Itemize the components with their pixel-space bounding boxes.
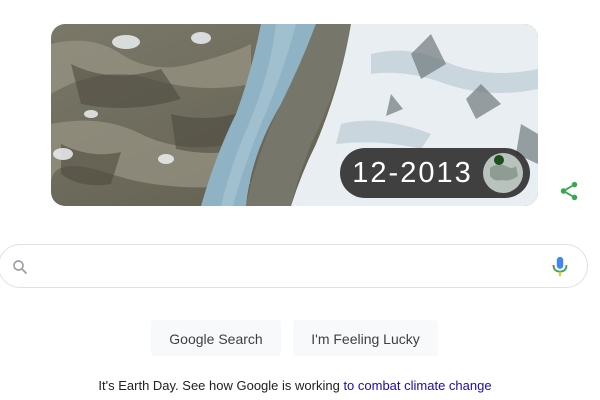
search-box[interactable] <box>0 244 588 288</box>
climate-change-link[interactable]: to combat climate change <box>343 378 491 393</box>
google-search-button[interactable]: Google Search <box>151 320 281 356</box>
doodle-date: 12-2013 <box>352 157 473 189</box>
feeling-lucky-button[interactable]: I'm Feeling Lucky <box>293 320 438 356</box>
earth-day-promo: It's Earth Day. See how Google is workin… <box>0 378 590 393</box>
promo-text: It's Earth Day. See how Google is workin… <box>98 378 344 393</box>
date-badge: 12-2013 <box>340 148 530 198</box>
share-icon[interactable] <box>558 180 580 202</box>
globe-icon <box>483 153 523 193</box>
search-icon <box>13 260 27 274</box>
search-input[interactable] <box>43 253 527 281</box>
mic-icon[interactable] <box>551 256 569 278</box>
doodle-image[interactable]: 12-2013 <box>51 24 538 206</box>
